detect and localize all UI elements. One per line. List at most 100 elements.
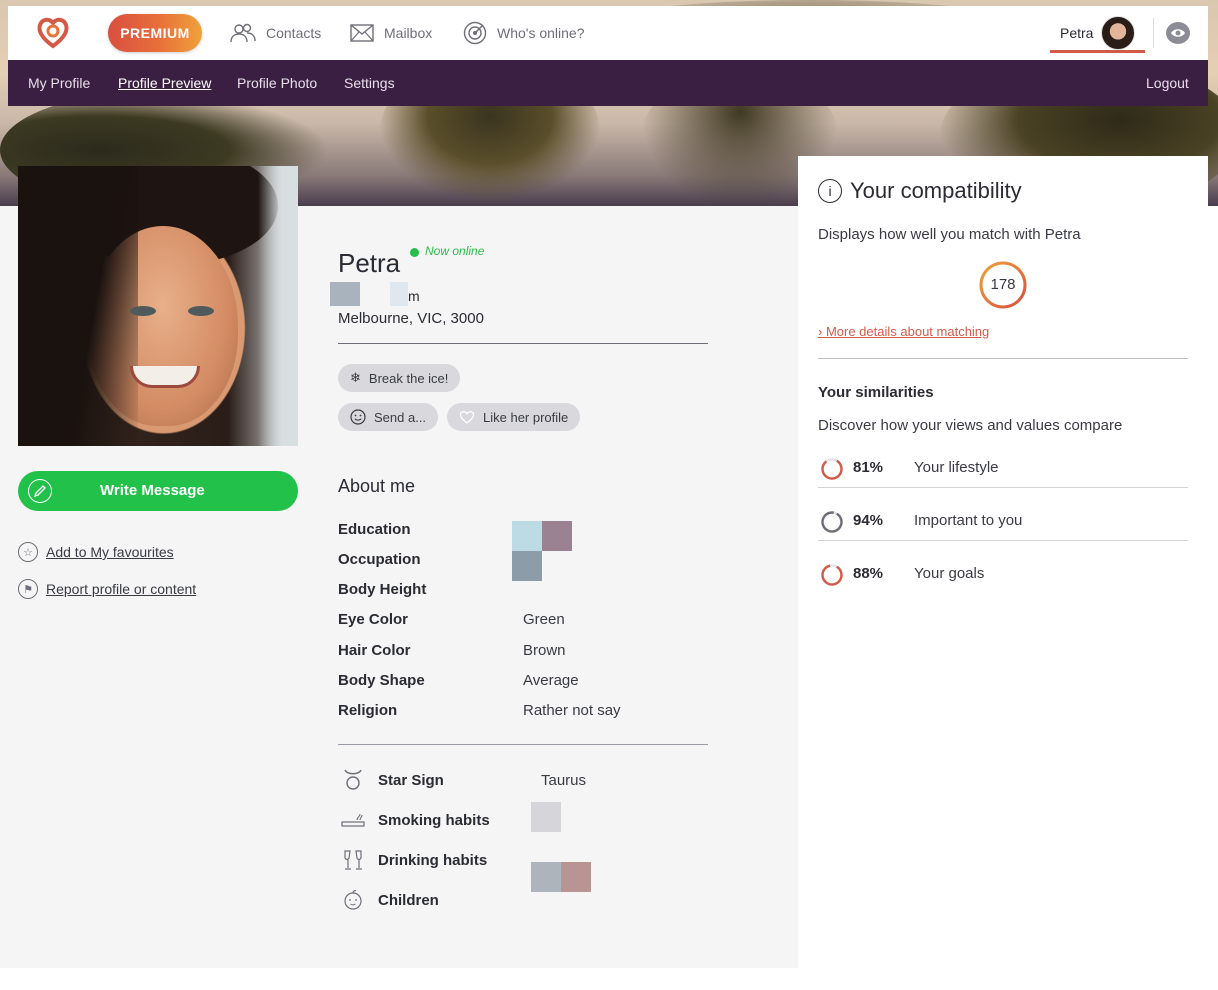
about-value-eye-color: Green	[523, 611, 565, 628]
nav-divider	[1153, 18, 1154, 48]
about-me-heading: About me	[338, 476, 416, 496]
user-name: Petra	[1060, 25, 1094, 41]
more-details-link[interactable]: › More details about matching	[818, 324, 989, 339]
about-value-religion: Rather not say	[523, 702, 621, 719]
taurus-icon	[338, 767, 368, 793]
radar-icon	[463, 21, 487, 45]
flag-icon: ⚑	[18, 579, 38, 599]
similarity-ring-fill	[821, 511, 843, 533]
nav-contacts[interactable]: Contacts	[230, 22, 321, 44]
write-message-button[interactable]: Write Message	[18, 471, 298, 511]
logout-link[interactable]: Logout	[1146, 75, 1189, 91]
divider	[338, 343, 708, 344]
nav-whos-online[interactable]: Who's online?	[463, 21, 585, 45]
similarity-row[interactable]: 81% Your lifestyle	[818, 457, 1188, 510]
similarity-pct: 94%	[853, 512, 884, 529]
similarities-title: Your similarities	[818, 384, 934, 401]
break-ice-label: Break the ice!	[368, 370, 449, 386]
mailbox-icon	[350, 24, 374, 42]
star-icon: ☆	[18, 542, 38, 562]
about-value-body-shape: Average	[523, 672, 579, 689]
blurred-value	[512, 521, 542, 551]
similarity-ring	[821, 564, 843, 586]
write-message-label: Write Message	[100, 482, 205, 499]
blurred-value	[561, 862, 591, 892]
nav-contacts-label: Contacts	[266, 25, 322, 41]
compatibility-subtitle: Displays how well you match with Petra	[818, 226, 1081, 243]
like-profile-label: Like her profile	[483, 409, 569, 425]
star-sign-value: Taurus	[541, 772, 587, 789]
similarity-label: Your goals	[914, 565, 985, 582]
online-status: Now online	[425, 244, 485, 258]
user-menu[interactable]: Petra	[1060, 14, 1136, 52]
more-details-label: More details about matching	[825, 324, 990, 339]
children-label: Children	[378, 891, 439, 909]
user-active-indicator	[1050, 50, 1145, 53]
premium-button[interactable]: PREMIUM	[108, 14, 202, 52]
smiley-icon	[350, 409, 366, 425]
about-value-hair-color: Brown	[523, 642, 566, 659]
subnav-profile-preview[interactable]: Profile Preview	[118, 75, 211, 91]
profile-photo[interactable]	[18, 166, 298, 446]
nav-mailbox-label: Mailbox	[384, 25, 433, 41]
subnav-my-profile[interactable]: My Profile	[28, 75, 90, 91]
smoking-row: Smoking habits	[338, 807, 490, 833]
profile-subnav: My Profile Profile Preview Profile Photo…	[8, 60, 1208, 106]
heart-icon	[459, 411, 475, 424]
similarity-ring	[821, 458, 843, 480]
similarity-pct: 88%	[853, 565, 884, 582]
drinking-row: Drinking habits	[338, 847, 487, 873]
subnav-settings[interactable]: Settings	[344, 75, 395, 91]
about-label-education: Education	[338, 521, 411, 538]
report-profile-link[interactable]: ⚑ Report profile or content	[18, 579, 196, 599]
similarity-label: Important to you	[914, 512, 1023, 529]
compatibility-title: Your compatibility	[850, 178, 1022, 203]
about-label-occupation: Occupation	[338, 551, 421, 568]
logo-icon[interactable]	[36, 16, 70, 50]
break-ice-button[interactable]: ❄ Break the ice!	[338, 364, 461, 392]
send-label: Send a...	[374, 409, 427, 425]
about-label-religion: Religion	[338, 702, 398, 719]
similarities-subtitle: Discover how your views and values compa…	[818, 417, 1123, 434]
like-profile-button[interactable]: Like her profile	[447, 403, 581, 431]
smoking-label: Smoking habits	[378, 811, 490, 829]
add-favourite-label: Add to My favourites	[46, 544, 174, 560]
avatar	[1101, 16, 1136, 50]
report-profile-label: Report profile or content	[46, 581, 197, 597]
add-favourite-link[interactable]: ☆ Add to My favourites	[18, 542, 174, 562]
about-label-body-height: Body Height	[338, 581, 427, 598]
nav-mailbox[interactable]: Mailbox	[350, 22, 432, 44]
similarity-row[interactable]: 88% Your goals	[818, 563, 1188, 616]
profile-name: Petra	[338, 248, 401, 278]
blurred-age	[330, 282, 360, 306]
online-status-dot	[410, 248, 419, 257]
star-sign-label: Star Sign	[378, 771, 444, 789]
champagne-icon	[338, 847, 368, 873]
baby-icon	[338, 887, 368, 913]
blurred-value	[531, 802, 561, 832]
pencil-icon	[28, 479, 52, 503]
preview-eye-icon[interactable]	[1166, 22, 1190, 44]
send-button[interactable]: Send a...	[338, 403, 439, 431]
age-suffix: m	[408, 288, 420, 304]
cigarette-icon	[338, 807, 368, 833]
info-icon[interactable]: i	[818, 179, 842, 203]
about-label-body-shape: Body Shape	[338, 672, 425, 689]
blurred-value	[542, 521, 572, 551]
compatibility-score: 178	[990, 276, 1016, 293]
blurred-value	[512, 551, 542, 581]
nav-whos-online-label: Who's online?	[497, 25, 585, 41]
contacts-icon	[230, 23, 256, 43]
subnav-profile-photo[interactable]: Profile Photo	[237, 75, 317, 91]
blurred-age	[390, 282, 408, 306]
blurred-value	[531, 862, 561, 892]
star-sign-row: Star Sign	[338, 767, 444, 793]
top-navigation: PREMIUM Contacts Mailbox Who's online? P…	[8, 6, 1208, 60]
divider	[818, 358, 1188, 359]
snowflake-icon: ❄	[350, 370, 361, 385]
similarity-pct: 81%	[853, 459, 884, 476]
similarity-row[interactable]: 94% Important to you	[818, 510, 1188, 563]
divider	[338, 744, 708, 745]
about-label-eye-color: Eye Color	[338, 611, 409, 628]
drinking-label: Drinking habits	[378, 851, 488, 869]
